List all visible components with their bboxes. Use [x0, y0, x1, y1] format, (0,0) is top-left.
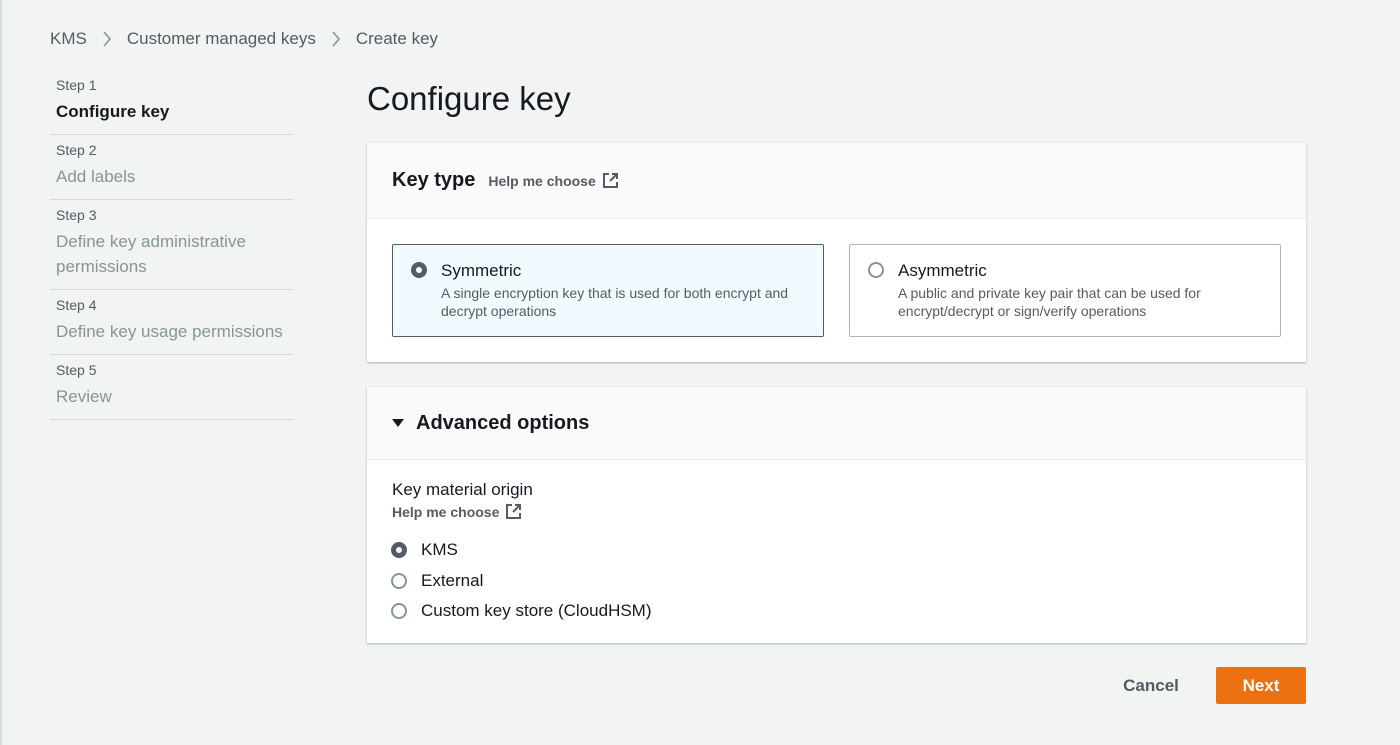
breadcrumb-kms[interactable]: KMS — [50, 29, 87, 49]
asymmetric-title: Asymmetric — [898, 261, 987, 280]
caret-down-icon — [392, 419, 404, 427]
step-5: Step 5 Review — [50, 355, 293, 420]
advanced-options-panel: Advanced options Key material origin Hel… — [367, 387, 1306, 643]
external-link-icon — [602, 173, 618, 188]
step-number: Step 3 — [56, 207, 97, 223]
wizard-steps: Step 1 Configure key Step 2 Add labels S… — [50, 70, 293, 420]
step-4: Step 4 Define key usage permissions — [50, 290, 293, 355]
origin-option-kms[interactable]: KMS — [391, 535, 652, 566]
help-link-label: Help me choose — [392, 503, 500, 520]
key-type-heading: Key type — [392, 169, 476, 191]
step-title: Review — [56, 387, 112, 406]
key-type-help-link[interactable]: Help me choose — [488, 172, 618, 189]
key-type-symmetric-tile[interactable]: Symmetric A single encryption key that i… — [392, 244, 824, 337]
chevron-right-icon — [316, 31, 356, 47]
asymmetric-description: A public and private key pair that can b… — [898, 285, 1201, 319]
advanced-options-header[interactable]: Advanced options — [367, 387, 1306, 460]
cancel-button[interactable]: Cancel — [1106, 667, 1196, 704]
symmetric-description: A single encryption key that is used for… — [441, 285, 789, 319]
key-type-asymmetric-tile[interactable]: Asymmetric A public and private key pair… — [849, 244, 1281, 337]
origin-option-label: External — [421, 570, 484, 590]
symmetric-radio[interactable] — [411, 262, 427, 278]
breadcrumb-create-key: Create key — [355, 29, 439, 48]
window-left-border — [0, 0, 2, 745]
key-material-origin-radio-group: KMS External Custom key store (CloudHSM) — [391, 535, 652, 627]
step-1[interactable]: Step 1 Configure key — [50, 70, 293, 135]
help-link-label: Help me choose — [488, 172, 596, 189]
key-type-panel: Key type Help me choose Symmetric A sing… — [367, 143, 1306, 362]
step-title: Define key administrative permissions — [56, 232, 246, 276]
origin-option-label: Custom key store (CloudHSM) — [421, 601, 652, 621]
origin-option-label: KMS — [421, 540, 458, 560]
custom-key-store-radio[interactable] — [391, 603, 407, 620]
chevron-right-icon — [87, 31, 127, 47]
key-material-origin-label: Key material origin — [392, 480, 533, 499]
step-title: Add labels — [56, 167, 136, 186]
step-number: Step 1 — [56, 77, 97, 93]
breadcrumb-customer-managed-keys[interactable]: Customer managed keys — [127, 29, 316, 49]
origin-option-external[interactable]: External — [391, 566, 652, 597]
page-title: Configure key — [367, 80, 571, 117]
next-button[interactable]: Next — [1216, 667, 1306, 704]
advanced-options-heading: Advanced options — [416, 411, 590, 434]
step-title: Define key usage permissions — [56, 322, 283, 341]
asymmetric-radio[interactable] — [868, 262, 884, 278]
step-2: Step 2 Add labels — [50, 135, 293, 200]
key-material-help-link[interactable]: Help me choose — [392, 503, 522, 520]
kms-radio[interactable] — [391, 542, 407, 559]
key-type-header: Key type Help me choose — [367, 143, 1306, 219]
step-number: Step 4 — [56, 297, 97, 313]
symmetric-title: Symmetric — [441, 261, 522, 280]
external-radio[interactable] — [391, 572, 407, 589]
origin-option-custom-key-store[interactable]: Custom key store (CloudHSM) — [391, 596, 652, 627]
external-link-icon — [506, 504, 522, 519]
step-title: Configure key — [56, 102, 170, 121]
step-number: Step 5 — [56, 362, 97, 378]
step-number: Step 2 — [56, 142, 97, 158]
step-3: Step 3 Define key administrative permiss… — [50, 200, 293, 290]
breadcrumb: KMS Customer managed keys Create key — [50, 28, 438, 50]
